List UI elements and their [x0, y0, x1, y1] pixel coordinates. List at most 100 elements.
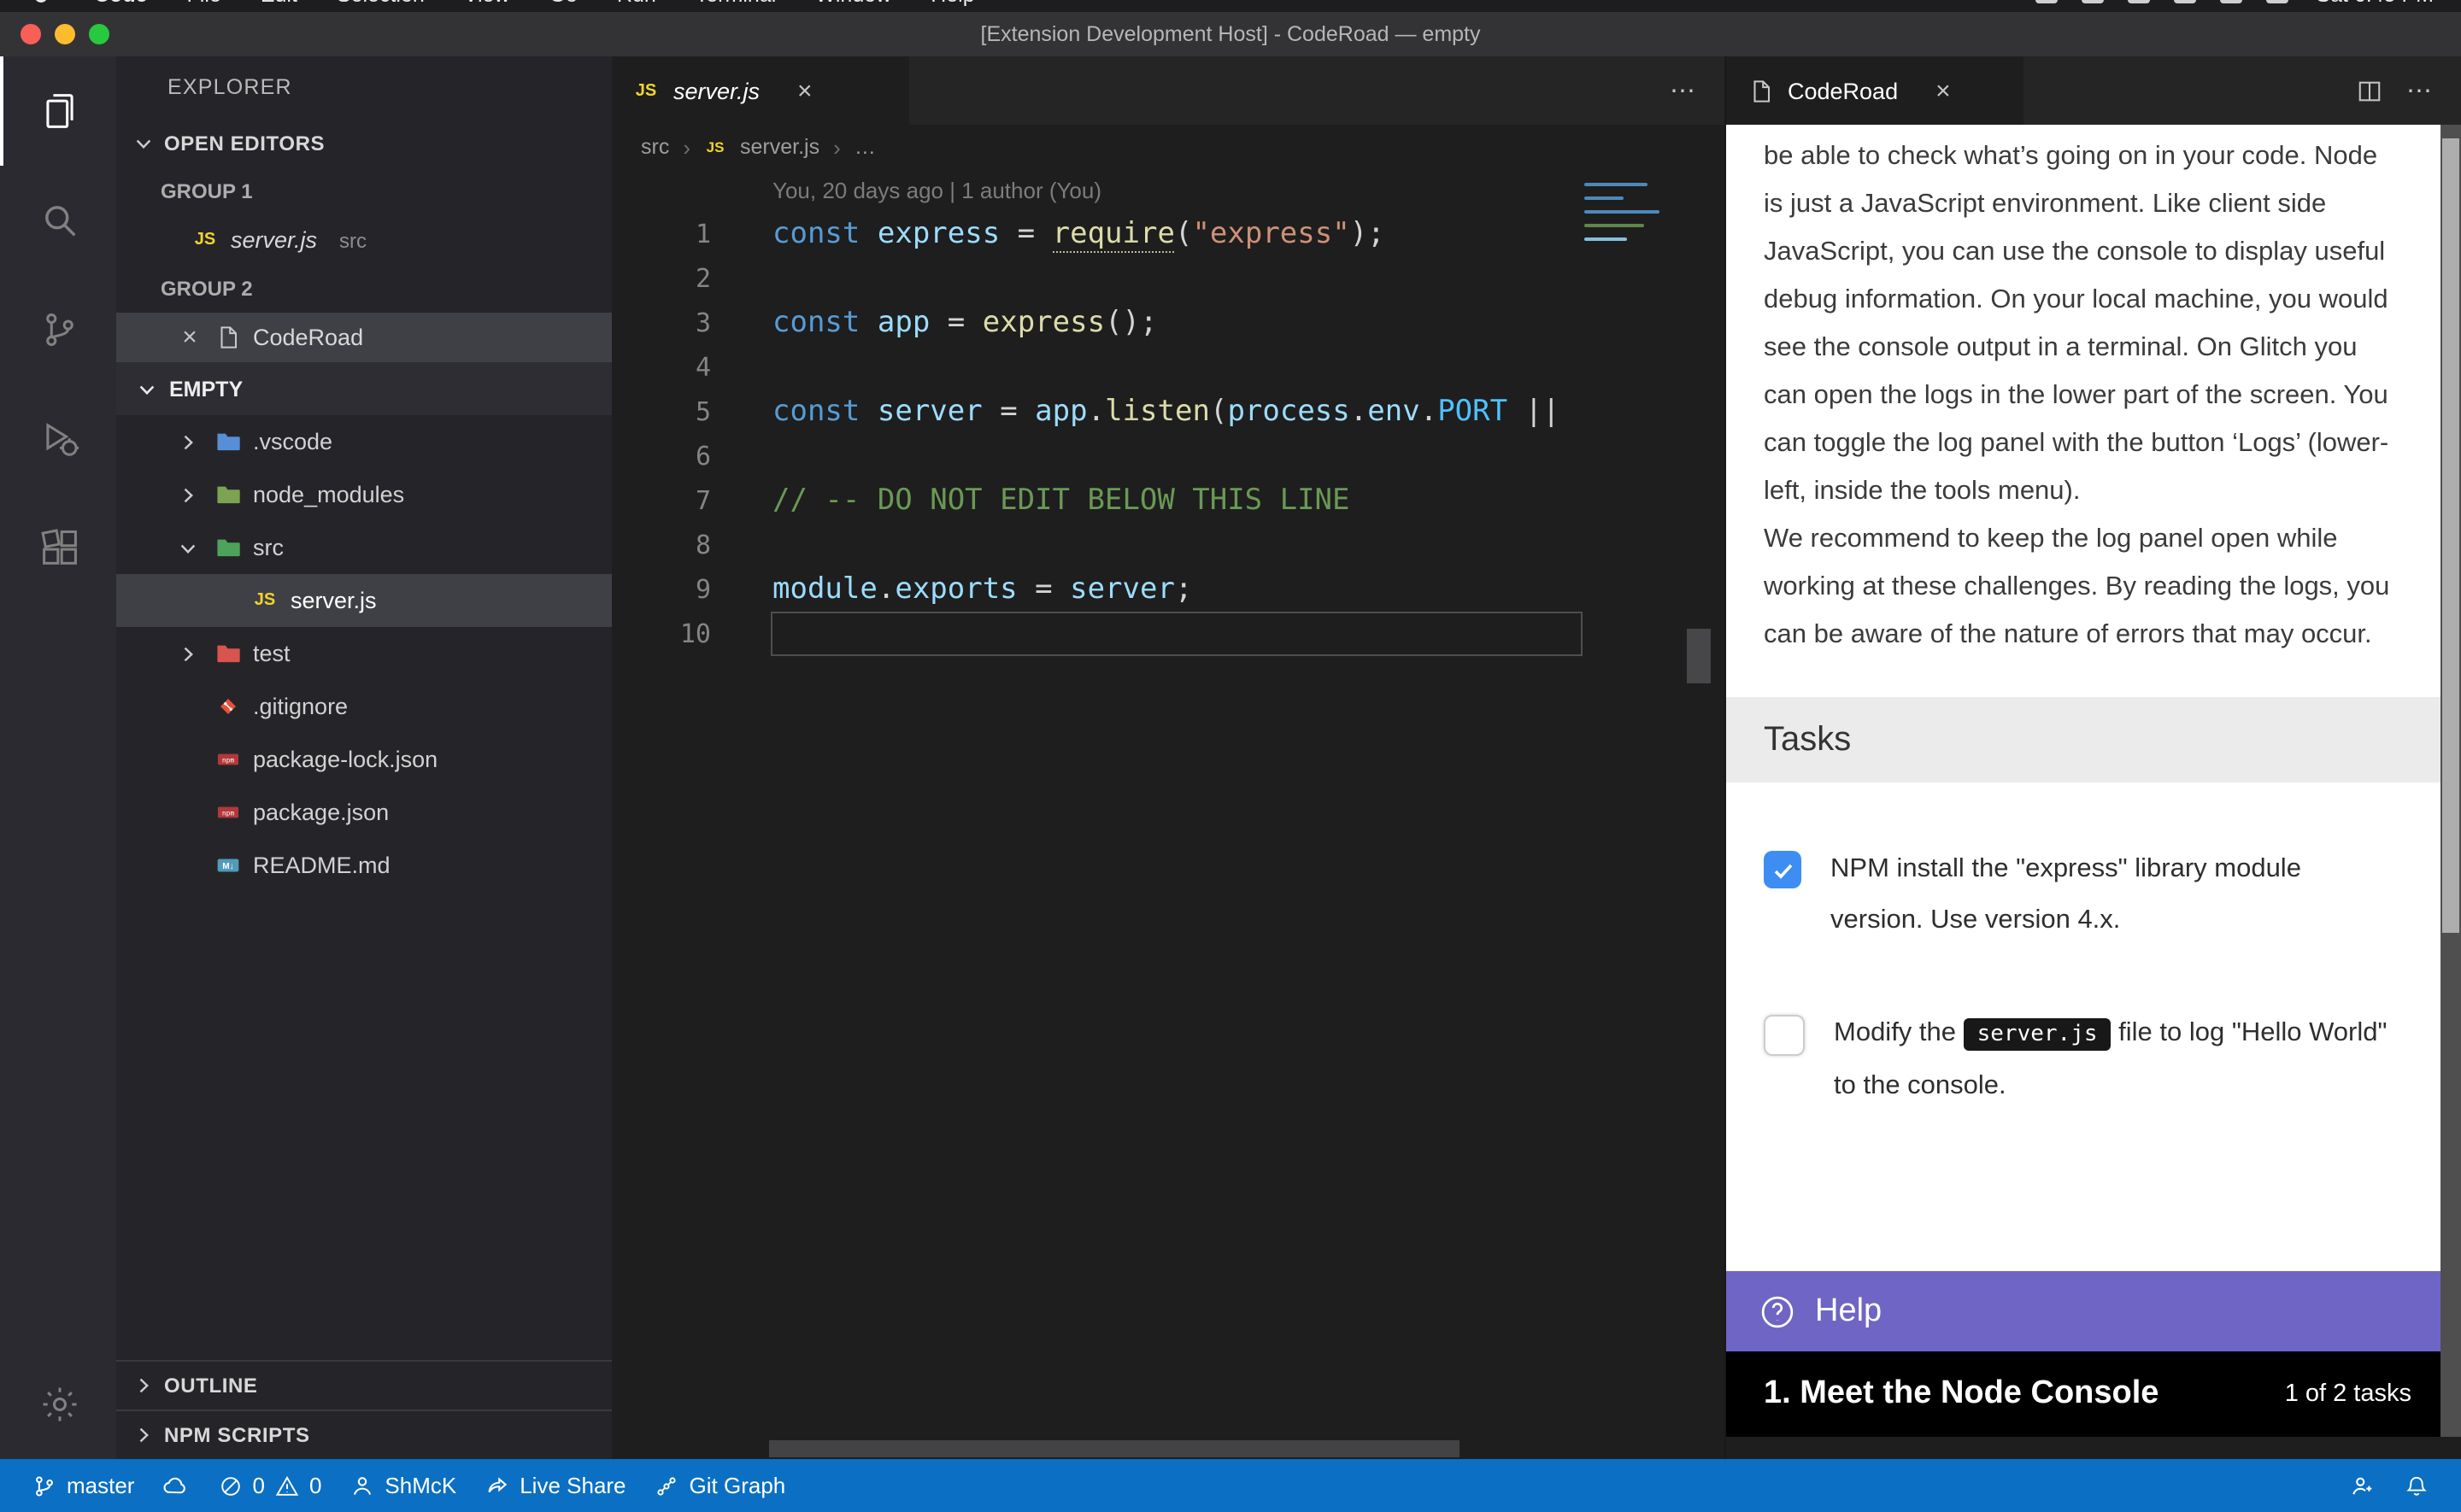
git-branch-item[interactable]: master — [17, 1459, 148, 1512]
gitlens-blame-annotation[interactable]: You, 20 days ago | 1 author (You) — [612, 169, 1724, 212]
breadcrumb-symbols[interactable]: … — [855, 135, 876, 159]
activity-item-extensions[interactable] — [0, 494, 116, 603]
menu-item-help[interactable]: Help — [931, 0, 974, 6]
close-editor-icon[interactable]: × — [178, 323, 202, 352]
tree-item-label: server.js — [291, 588, 377, 613]
workbench: EXPLORER OPEN EDITORS GROUP 1JSserver.js… — [0, 56, 2461, 1459]
tree-item-test[interactable]: test — [116, 627, 612, 680]
activity-item-explorer[interactable] — [0, 56, 116, 166]
control-center-icon[interactable] — [2220, 0, 2242, 3]
js-icon: JS — [251, 587, 279, 614]
menu-item-view[interactable]: View — [464, 0, 510, 6]
menu-item-edit[interactable]: Edit — [261, 0, 297, 6]
spotlight-icon[interactable] — [2174, 0, 2196, 3]
menu-item-file[interactable]: File — [187, 0, 221, 6]
task-checkbox[interactable] — [1764, 1015, 1805, 1056]
breadcrumb-file[interactable]: server.js — [740, 135, 819, 159]
tab-coderoad[interactable]: CodeRoad × — [1726, 56, 2023, 125]
live-share-label: Live Share — [520, 1473, 626, 1498]
chevron-down-icon — [133, 375, 161, 402]
gear-icon — [38, 1382, 82, 1427]
panel-actions: ⋯ — [2355, 56, 2461, 125]
close-tab-icon[interactable]: × — [797, 76, 813, 105]
code-line-8: 8 — [612, 523, 1724, 567]
tree-item-package-json[interactable]: npmpackage.json — [116, 786, 612, 839]
tree-item-package-lock-json[interactable]: npmpackage-lock.json — [116, 733, 612, 786]
coderoad-panel: CodeRoad × ⋯ be able to check what’s goi… — [1724, 56, 2461, 1459]
task-checkbox[interactable] — [1764, 851, 1801, 888]
activity-item-manage[interactable] — [0, 1350, 116, 1459]
window-title: [Extension Development Host] - CodeRoad … — [981, 22, 1481, 46]
tab-server-js[interactable]: JS server.js × — [612, 56, 909, 125]
minimap-line — [1584, 183, 1648, 186]
git-graph-icon — [654, 1472, 681, 1499]
menu-item-code[interactable]: Code — [94, 0, 148, 6]
section-header-outline[interactable]: OUTLINE — [116, 1360, 612, 1409]
vertical-scrollbar[interactable] — [1687, 629, 1711, 683]
feedback-item[interactable] — [2335, 1459, 2389, 1512]
code-line-5: 5const server = app.listen(process.env.P… — [612, 390, 1724, 434]
git-graph-item[interactable]: Git Graph — [640, 1459, 800, 1512]
tree-item--gitignore[interactable]: .gitignore — [116, 680, 612, 733]
code-line-1: 1const express = require("express"); — [612, 212, 1724, 256]
close-tab-icon[interactable]: × — [1935, 76, 1951, 105]
notifications-item[interactable] — [2389, 1459, 2444, 1512]
vscode-window: Code File Edit Selection View Go Run Terminal Wi… — [0, 0, 2461, 1512]
code-editor[interactable]: You, 20 days ago | 1 author (You) 1const… — [612, 169, 1724, 1459]
tasks-list: NPM install the "express" library module… — [1726, 844, 2440, 1112]
code-line-4: 4 — [612, 345, 1724, 390]
chevron-down-icon — [130, 129, 157, 156]
tree-item-label: package.json — [253, 800, 389, 825]
tree-item-node-modules[interactable]: node_modules — [116, 468, 612, 521]
panel-scrollbar-thumb[interactable] — [2442, 138, 2459, 933]
open-editor-coderoad[interactable]: × CodeRoad — [116, 313, 612, 362]
chevron-right-icon — [174, 430, 202, 454]
git-graph-label: Git Graph — [690, 1473, 786, 1498]
horizontal-scrollbar[interactable] — [769, 1440, 1460, 1457]
problems-item[interactable]: 0 0 — [203, 1459, 335, 1512]
panel-scrollbar-track[interactable] — [2440, 125, 2461, 1437]
chevron-right-icon — [130, 1372, 157, 1399]
tree-item-src[interactable]: src — [116, 521, 612, 574]
minimap-line — [1584, 224, 1644, 227]
wifi-icon[interactable] — [2128, 0, 2150, 3]
account-item[interactable]: ShMcK — [335, 1459, 470, 1512]
publish-changes-item[interactable] — [148, 1459, 203, 1512]
activity-item-run-and-debug[interactable] — [0, 384, 116, 494]
open-editors-section-header[interactable]: OPEN EDITORS — [116, 118, 612, 167]
more-actions-icon[interactable]: ⋯ — [1670, 75, 1697, 106]
tree-item--vscode[interactable]: .vscode — [116, 415, 612, 468]
breadcrumb-src[interactable]: src — [641, 135, 669, 159]
more-actions-icon[interactable]: ⋯ — [2406, 75, 2434, 106]
menu-item-selection[interactable]: Selection — [337, 0, 425, 6]
close-window-button[interactable] — [21, 24, 41, 44]
code-text: const app = express(); — [711, 301, 1158, 345]
tree-item-server-js[interactable]: JS server.js — [116, 574, 612, 627]
section-header-npm-scripts[interactable]: NPM SCRIPTS — [116, 1409, 612, 1459]
activity-item-source-control[interactable] — [0, 275, 116, 384]
tree-item-readme-md[interactable]: M↓README.md — [116, 839, 612, 892]
display-icon[interactable] — [2035, 0, 2058, 3]
live-share-item[interactable]: Live Share — [470, 1459, 639, 1512]
zoom-window-button[interactable] — [89, 24, 109, 44]
open-editor-label: CodeRoad — [253, 325, 363, 350]
menu-item-terminal[interactable]: Terminal — [696, 0, 777, 6]
open-editor-server-js[interactable]: JSserver.jssrc — [116, 215, 612, 265]
workspace-root-header[interactable]: EMPTY — [116, 362, 612, 415]
apple-logo-icon[interactable] — [27, 0, 55, 8]
split-editor-icon[interactable] — [2355, 77, 2382, 104]
battery-icon[interactable] — [2082, 0, 2104, 3]
code-line-9: 9module.exports = server; — [612, 567, 1724, 612]
menu-bar-clock[interactable]: Sat 6:45 PM — [2316, 0, 2434, 6]
siri-icon[interactable] — [2266, 0, 2288, 3]
help-section[interactable]: Help — [1726, 1271, 2440, 1351]
menu-item-go[interactable]: Go — [549, 0, 578, 6]
menu-item-window[interactable]: Window — [815, 0, 891, 6]
code-text: const server = app.listen(process.env.PO… — [711, 390, 1560, 434]
activity-item-search[interactable] — [0, 166, 116, 275]
minimap[interactable] — [1584, 183, 1663, 251]
minimize-window-button[interactable] — [55, 24, 75, 44]
open-editor-detail: src — [339, 228, 367, 252]
code-text: // -- DO NOT EDIT BELOW THIS LINE — [711, 478, 1350, 523]
menu-item-run[interactable]: Run — [617, 0, 656, 6]
